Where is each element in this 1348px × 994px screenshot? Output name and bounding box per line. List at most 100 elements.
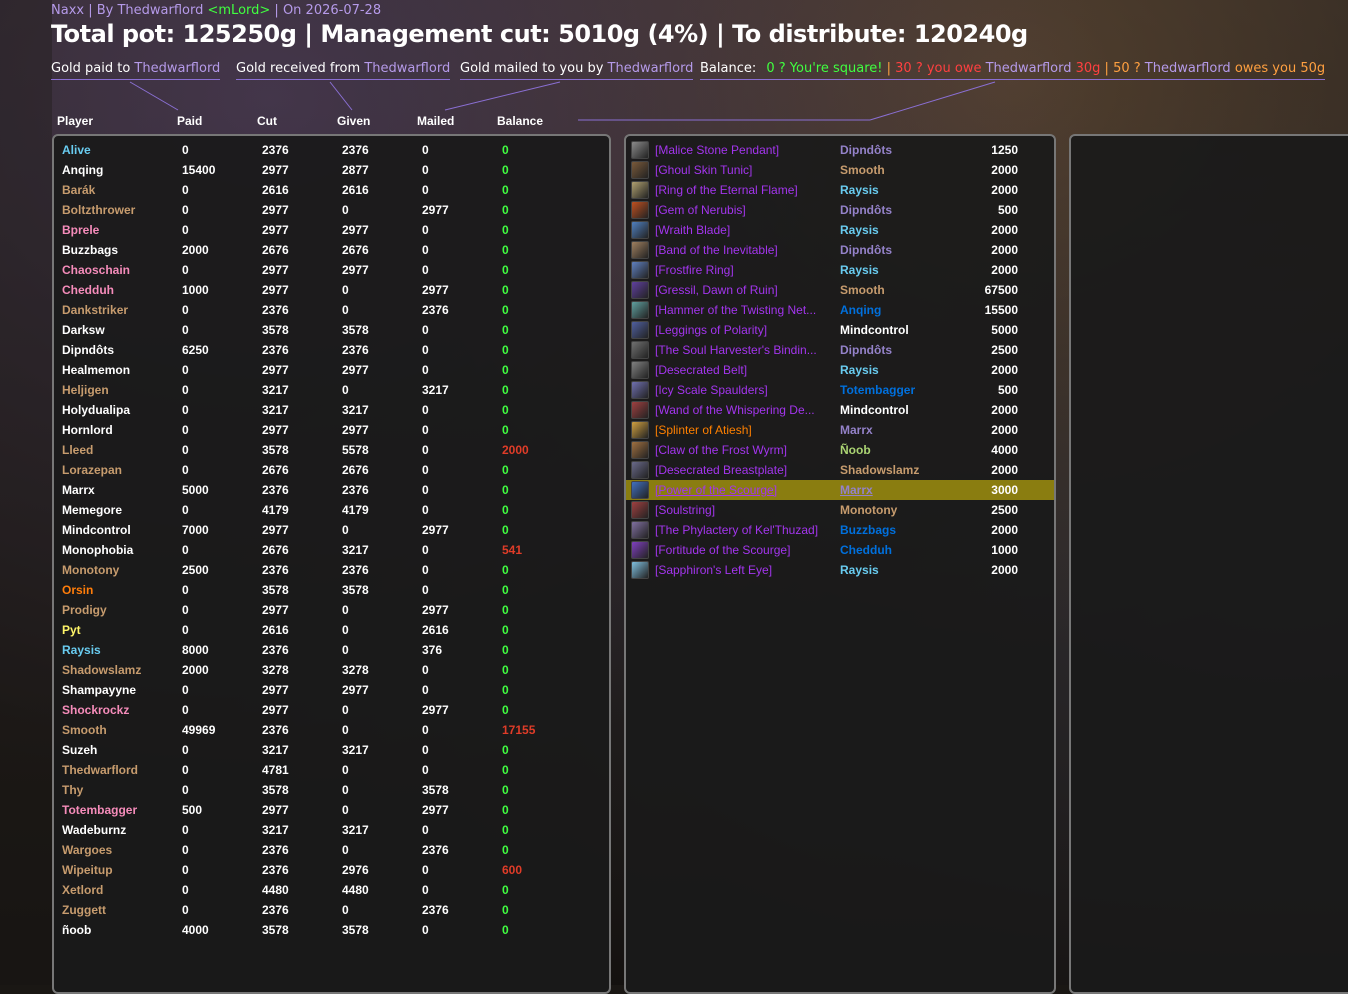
item-icon[interactable] <box>631 401 649 419</box>
loot-row[interactable]: [Leggings of Polarity] Mindcontrol 5000 <box>626 320 1054 340</box>
item-link[interactable]: [Ring of the Eternal Flame] <box>655 183 798 197</box>
table-row[interactable]: Raysis 8000 2376 0 376 0 <box>54 640 609 660</box>
item-icon[interactable] <box>631 561 649 579</box>
item-icon[interactable] <box>631 341 649 359</box>
table-row[interactable]: Mindcontrol 7000 2977 0 2977 0 <box>54 520 609 540</box>
table-row[interactable]: Lorazepan 0 2676 2676 0 0 <box>54 460 609 480</box>
item-link[interactable]: [Hammer of the Twisting Net... <box>655 303 816 317</box>
item-link[interactable]: [Fortitude of the Scourge] <box>655 543 790 557</box>
loot-row[interactable]: [Ring of the Eternal Flame] Raysis 2000 <box>626 180 1054 200</box>
table-row[interactable]: Alive 0 2376 2376 0 0 <box>54 140 609 160</box>
loot-row[interactable]: [Ghoul Skin Tunic] Smooth 2000 <box>626 160 1054 180</box>
table-row[interactable]: Monophobia 0 2676 3217 0 541 <box>54 540 609 560</box>
col-player[interactable]: Player <box>57 114 93 128</box>
table-row[interactable]: Boltzthrower 0 2977 0 2977 0 <box>54 200 609 220</box>
loot-row[interactable]: [Band of the Inevitable] Dipndôts 2000 <box>626 240 1054 260</box>
balance-legend[interactable]: Balance: 0 ? You're square! | 30 ? you o… <box>700 61 1326 80</box>
item-icon[interactable] <box>631 301 649 319</box>
loot-row[interactable]: [Wraith Blade] Raysis 2000 <box>626 220 1054 240</box>
table-row[interactable]: Healmemon 0 2977 2977 0 0 <box>54 360 609 380</box>
table-row[interactable]: Chedduh 1000 2977 0 2977 0 <box>54 280 609 300</box>
table-row[interactable]: Wargoes 0 2376 0 2376 0 <box>54 840 609 860</box>
item-link[interactable]: [Band of the Inevitable] <box>655 243 778 257</box>
player-balance-table[interactable]: Alive 0 2376 2376 0 0 Anqing 15400 2977 2877 0 0 Bar… <box>52 134 611 994</box>
table-row[interactable]: ñoob 4000 3578 3578 0 0 <box>54 920 609 940</box>
col-mailed[interactable]: Mailed <box>417 114 454 128</box>
item-icon[interactable] <box>631 481 649 499</box>
item-link[interactable]: [Splinter of Atiesh] <box>655 423 752 437</box>
table-row[interactable]: Smooth 49969 2376 0 0 17155 <box>54 720 609 740</box>
table-row[interactable]: Wipeitup 0 2376 2976 0 600 <box>54 860 609 880</box>
table-row[interactable]: Anqing 15400 2977 2877 0 0 <box>54 160 609 180</box>
item-link[interactable]: [Malice Stone Pendant] <box>655 143 779 157</box>
loot-row[interactable]: [Malice Stone Pendant] Dipndôts 1250 <box>626 140 1054 160</box>
item-icon[interactable] <box>631 281 649 299</box>
item-link[interactable]: [Wraith Blade] <box>655 223 730 237</box>
table-row[interactable]: Heljigen 0 3217 0 3217 0 <box>54 380 609 400</box>
item-link[interactable]: [Frostfire Ring] <box>655 263 734 277</box>
table-row[interactable]: Darksw 0 3578 3578 0 0 <box>54 320 609 340</box>
loot-row[interactable]: [Icy Scale Spaulders] Totembagger 500 <box>626 380 1054 400</box>
item-icon[interactable] <box>631 521 649 539</box>
loot-row[interactable]: [Desecrated Breastplate] Shadowslamz 2000 <box>626 460 1054 480</box>
table-row[interactable]: Holydualipa 0 3217 3217 0 0 <box>54 400 609 420</box>
table-row[interactable]: Chaoschain 0 2977 2977 0 0 <box>54 260 609 280</box>
item-link[interactable]: [Desecrated Breastplate] <box>655 463 787 477</box>
item-icon[interactable] <box>631 541 649 559</box>
item-link[interactable]: [Icy Scale Spaulders] <box>655 383 768 397</box>
table-row[interactable]: Barák 0 2616 2616 0 0 <box>54 180 609 200</box>
loot-row[interactable]: [Splinter of Atiesh] Marrx 2000 <box>626 420 1054 440</box>
item-link[interactable]: [Sapphiron's Left Eye] <box>655 563 772 577</box>
loot-row[interactable]: [Gem of Nerubis] Dipndôts 500 <box>626 200 1054 220</box>
table-row[interactable]: Xetlord 0 4480 4480 0 0 <box>54 880 609 900</box>
loot-row[interactable]: [Sapphiron's Left Eye] Raysis 2000 <box>626 560 1054 580</box>
loot-row[interactable]: [Soulstring] Monotony 2500 <box>626 500 1054 520</box>
loot-row[interactable]: [Fortitude of the Scourge] Chedduh 1000 <box>626 540 1054 560</box>
item-icon[interactable] <box>631 241 649 259</box>
item-link[interactable]: [Claw of the Frost Wyrm] <box>655 443 787 457</box>
item-icon[interactable] <box>631 321 649 339</box>
gold-received-link[interactable]: Gold received from Thedwarflord <box>236 61 451 80</box>
loot-row[interactable]: [The Phylactery of Kel'Thuzad] Buzzbags 20… <box>626 520 1054 540</box>
item-icon[interactable] <box>631 501 649 519</box>
item-link[interactable]: [The Phylactery of Kel'Thuzad] <box>655 523 818 537</box>
table-row[interactable]: Hornlord 0 2977 2977 0 0 <box>54 420 609 440</box>
item-icon[interactable] <box>631 201 649 219</box>
col-given[interactable]: Given <box>337 114 370 128</box>
col-balance[interactable]: Balance <box>497 114 543 128</box>
item-icon[interactable] <box>631 161 649 179</box>
table-row[interactable]: Shampayyne 0 2977 2977 0 0 <box>54 680 609 700</box>
gold-paid-link[interactable]: Gold paid to Thedwarflord <box>51 61 221 80</box>
item-link[interactable]: [Gem of Nerubis] <box>655 203 746 217</box>
item-icon[interactable] <box>631 141 649 159</box>
table-row[interactable]: Shadowslamz 2000 3278 3278 0 0 <box>54 660 609 680</box>
item-link[interactable]: [Soulstring] <box>655 503 715 517</box>
loot-row[interactable]: [Desecrated Belt] Raysis 2000 <box>626 360 1054 380</box>
item-icon[interactable] <box>631 381 649 399</box>
loot-row[interactable]: [Hammer of the Twisting Net... Anqing 1550… <box>626 300 1054 320</box>
table-row[interactable]: Zuggett 0 2376 0 2376 0 <box>54 900 609 920</box>
loot-list[interactable]: [Malice Stone Pendant] Dipndôts 1250 [Ghoul… <box>624 134 1056 994</box>
item-icon[interactable] <box>631 441 649 459</box>
table-row[interactable]: Lleed 0 3578 5578 0 2000 <box>54 440 609 460</box>
loot-row[interactable]: [Power of the Scourge] Marrx 3000 <box>626 480 1054 500</box>
table-row[interactable]: Buzzbags 2000 2676 2676 0 0 <box>54 240 609 260</box>
table-row[interactable]: Pyt 0 2616 0 2616 0 <box>54 620 609 640</box>
loot-row[interactable]: [Wand of the Whispering De... Mindcontrol… <box>626 400 1054 420</box>
table-row[interactable]: Orsin 0 3578 3578 0 0 <box>54 580 609 600</box>
item-link[interactable]: [Wand of the Whispering De... <box>655 403 815 417</box>
table-row[interactable]: Totembagger 500 2977 0 2977 0 <box>54 800 609 820</box>
item-icon[interactable] <box>631 181 649 199</box>
loot-row[interactable]: [Frostfire Ring] Raysis 2000 <box>626 260 1054 280</box>
item-icon[interactable] <box>631 461 649 479</box>
table-row[interactable]: Dipndôts 6250 2376 2376 0 0 <box>54 340 609 360</box>
item-link[interactable]: [Leggings of Polarity] <box>655 323 767 337</box>
table-row[interactable]: Marrx 5000 2376 2376 0 0 <box>54 480 609 500</box>
item-icon[interactable] <box>631 361 649 379</box>
table-row[interactable]: Dankstriker 0 2376 0 2376 0 <box>54 300 609 320</box>
item-icon[interactable] <box>631 421 649 439</box>
gold-mailed-link[interactable]: Gold mailed to you by Thedwarflord <box>460 61 694 80</box>
table-row[interactable]: Thedwarflord 0 4781 0 0 0 <box>54 760 609 780</box>
loot-row[interactable]: [Gressil, Dawn of Ruin] Smooth 67500 <box>626 280 1054 300</box>
table-row[interactable]: Memegore 0 4179 4179 0 0 <box>54 500 609 520</box>
